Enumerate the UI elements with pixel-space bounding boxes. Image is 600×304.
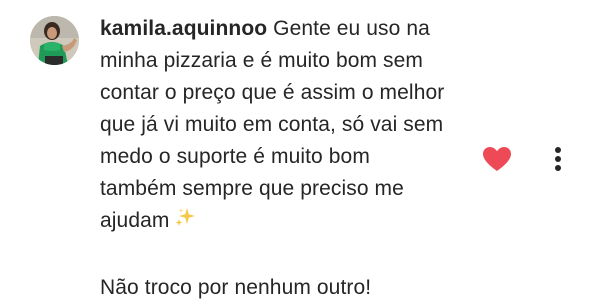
comment-line-8: Não troco por nenhum outro!: [100, 276, 372, 299]
comment-line-2: minha pizzaria e é muito bom sem: [100, 49, 423, 72]
sparkles-icon: [173, 206, 197, 240]
comment-line-4: que já vi muito em conta, só vai sem: [100, 113, 444, 136]
avatar[interactable]: [30, 16, 79, 65]
comment-line-1: kamila.aquinnoo Gente eu uso na: [100, 13, 480, 45]
comment-text-part: ajudam: [100, 209, 170, 232]
like-button[interactable]: [482, 146, 512, 172]
comment-line-3: contar o preço que é assim o melhor: [100, 81, 445, 104]
comment-line-5: medo o suporte é muito bom: [100, 145, 370, 168]
comment-line-7: ajudam: [100, 205, 480, 240]
comment-username[interactable]: kamila.aquinnoo: [100, 17, 267, 40]
comment-text-part: Gente eu uso na: [273, 17, 430, 40]
heart-icon: [483, 147, 511, 171]
comment-spacer: [100, 240, 480, 272]
comment-text: kamila.aquinnoo Gente eu uso na minha pi…: [100, 13, 480, 304]
comment: kamila.aquinnoo Gente eu uso na minha pi…: [0, 0, 600, 299]
comment-line-6: também sempre que preciso me: [100, 177, 404, 200]
more-options-button[interactable]: [548, 145, 568, 173]
avatar-photo: [30, 16, 79, 65]
